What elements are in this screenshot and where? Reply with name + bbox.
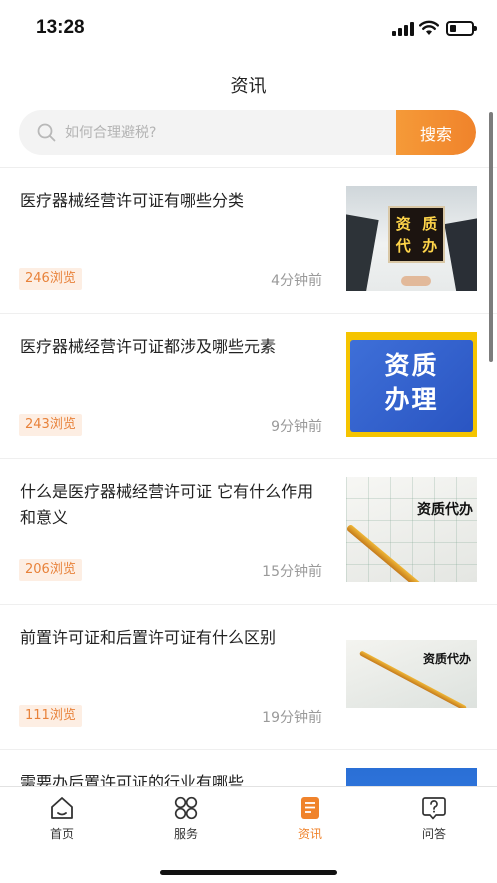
news-title: 前置许可证和后置许可证有什么区别 — [20, 627, 277, 647]
battery-icon — [446, 21, 477, 36]
tab-label: 服务 — [173, 827, 198, 841]
news-thumbnail — [346, 768, 477, 786]
news-thumbnail: 资质 办理 — [346, 331, 477, 437]
home-indicator[interactable] — [160, 870, 337, 875]
news-list[interactable]: 医疗器械经营许可证有哪些分类 246浏览 4分钟前 资 质 代 办 医疗器械经营… — [0, 168, 497, 786]
status-time: 13:28 — [36, 17, 85, 38]
news-time: 15分钟前 — [262, 564, 322, 580]
search-button[interactable]: 搜索 — [396, 110, 476, 155]
news-thumbnail: 资质代办 — [346, 477, 477, 582]
page-title: 资讯 — [230, 76, 267, 97]
status-bar: 13:28 — [0, 0, 497, 60]
tab-label: 问答 — [421, 827, 446, 841]
news-time: 4分钟前 — [271, 273, 322, 289]
views-badge: 206浏览 — [19, 559, 82, 581]
news-title: 医疗器械经营许可证都涉及哪些元素 — [20, 336, 277, 356]
news-item[interactable]: 医疗器械经营许可证都涉及哪些元素 243浏览 9分钟前 资质 办理 — [0, 314, 497, 459]
tab-home[interactable]: 首页 — [17, 795, 107, 842]
tab-label: 首页 — [49, 827, 74, 841]
news-title: 什么是医疗器械经营许可证 它有什么作用和意义 — [20, 482, 314, 527]
news-title: 医疗器械经营许可证有哪些分类 — [20, 191, 245, 210]
news-item[interactable]: 前置许可证和后置许可证有什么区别 111浏览 19分钟前 资质代办 — [0, 605, 497, 750]
search-input[interactable] — [65, 110, 395, 155]
news-title: 需要办后置许可证的行业有哪些 — [20, 773, 245, 786]
news-icon — [301, 797, 319, 819]
tab-news[interactable]: 资讯 — [265, 795, 355, 842]
home-icon — [51, 797, 73, 819]
tab-qa[interactable]: 问答 — [389, 795, 479, 842]
news-item[interactable]: 什么是医疗器械经营许可证 它有什么作用和意义 206浏览 15分钟前 资质代办 — [0, 459, 497, 605]
tab-bar: 首页 服务 资讯 问答 — [0, 786, 497, 883]
search-icon — [37, 123, 56, 142]
views-badge: 243浏览 — [19, 413, 82, 436]
news-thumbnail: 资 质 代 办 — [346, 186, 477, 291]
scrollbar[interactable] — [489, 112, 493, 362]
views-badge: 111浏览 — [19, 704, 82, 727]
news-thumbnail: 资质代办 — [346, 622, 477, 728]
tab-services[interactable]: 服务 — [141, 795, 231, 842]
tab-label: 资讯 — [297, 827, 322, 841]
cellular-signal-icon — [392, 22, 414, 36]
search-bar: 搜索 — [19, 110, 476, 155]
news-time: 19分钟前 — [262, 709, 322, 726]
services-icon — [174, 796, 198, 820]
news-item[interactable]: 需要办后置许可证的行业有哪些 — [0, 750, 497, 786]
news-time: 9分钟前 — [271, 418, 322, 435]
views-badge: 246浏览 — [19, 268, 82, 290]
qa-icon — [422, 797, 446, 820]
news-item[interactable]: 医疗器械经营许可证有哪些分类 246浏览 4分钟前 资 质 代 办 — [0, 168, 497, 314]
wifi-icon — [419, 20, 439, 35]
